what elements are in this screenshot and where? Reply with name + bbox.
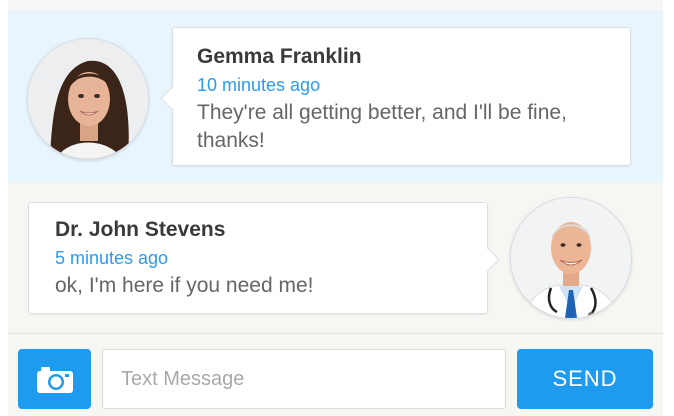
message-bubble: Gemma Franklin 10 minutes ago They're al… (172, 27, 631, 166)
message-text: They're all getting better, and I'll be … (197, 101, 567, 152)
message-timestamp: 5 minutes ago (55, 248, 169, 268)
woman-portrait-icon (28, 39, 148, 159)
avatar-dr-john-stevens[interactable] (510, 197, 632, 319)
doctor-portrait-icon (511, 198, 631, 318)
chat-window: Gemma Franklin 10 minutes ago They're al… (0, 0, 674, 416)
message-input[interactable] (102, 349, 506, 409)
camera-button[interactable] (18, 349, 91, 409)
send-button[interactable]: SEND (517, 349, 653, 409)
message-row: Gemma Franklin 10 minutes ago They're al… (8, 10, 663, 183)
message-text: ok, I'm here if you need me! (55, 274, 314, 297)
message-timestamp: 10 minutes ago (197, 75, 321, 95)
camera-icon (36, 367, 73, 393)
message-row: Dr. John Stevens 5 minutes ago ok, I'm h… (8, 183, 663, 334)
avatar-gemma-franklin[interactable] (27, 38, 149, 160)
sender-name: Gemma Franklin (197, 45, 362, 68)
top-strip (8, 0, 663, 10)
message-composer: SEND (8, 334, 663, 416)
sender-name: Dr. John Stevens (55, 218, 226, 241)
message-bubble: Dr. John Stevens 5 minutes ago ok, I'm h… (28, 202, 488, 314)
